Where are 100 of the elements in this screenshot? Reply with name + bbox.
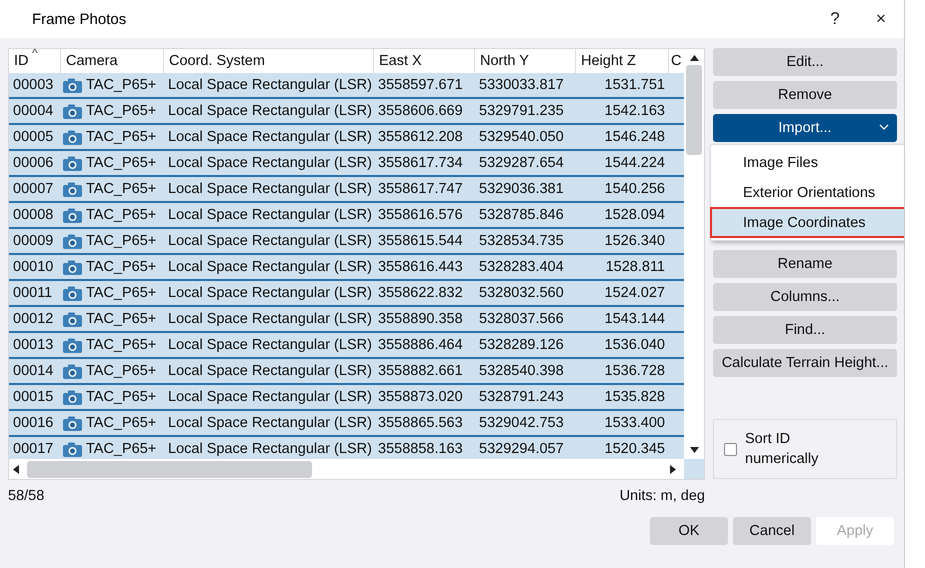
camera-icon xyxy=(63,442,82,456)
table-cell-text: 5329540.050 xyxy=(478,128,565,147)
table-cell-text: Local Space Rectangular (LSR) xyxy=(167,388,373,407)
table-row[interactable]: 00011 TAC_P65+ Local Space Rectangular (LSR) 3558622.832 5328032.560 1524.027 xyxy=(9,281,684,307)
side-button[interactable]: Find... xyxy=(713,316,897,344)
help-button[interactable]: ? xyxy=(812,0,858,38)
table-cell-text: Local Space Rectangular (LSR) xyxy=(167,336,373,355)
table-cell-text: 1540.256 xyxy=(604,180,666,199)
table-cell-text: 3558615.544 xyxy=(377,232,464,251)
table-row[interactable]: 00014 TAC_P65+ Local Space Rectangular (LSR) 3558882.661 5328540.398 1536.728 xyxy=(9,359,684,385)
side-button[interactable]: Remove xyxy=(713,81,897,109)
table-cell-text: Local Space Rectangular (LSR) xyxy=(167,76,373,95)
table-cell: TAC_P65+ xyxy=(86,233,156,249)
table-row[interactable]: 00015 TAC_P65+ Local Space Rectangular (LSR) 3558873.020 5328791.243 1535.828 xyxy=(9,385,684,411)
table-cell-text: 3558890.358 xyxy=(377,310,464,329)
side-button[interactable]: Calculate Terrain Height... xyxy=(713,349,897,377)
table-cell: TAC_P65+ xyxy=(86,129,156,145)
camera-icon xyxy=(63,416,82,430)
table-cell-text: 00005 xyxy=(12,128,54,147)
close-button[interactable]: × xyxy=(858,0,904,38)
table-cell-text: 5328283.404 xyxy=(478,258,565,277)
table-cell-text: 00016 xyxy=(12,414,54,433)
table-cell-text: 1536.728 xyxy=(604,362,666,381)
table-cell-text: 00009 xyxy=(12,232,54,251)
camera-icon xyxy=(63,130,82,144)
table-row[interactable]: 00009 TAC_P65+ Local Space Rectangular (LSR) 3558615.544 5328534.735 1526.340 xyxy=(9,229,684,255)
table-row[interactable]: 00006 TAC_P65+ Local Space Rectangular (LSR) 3558617.734 5329287.654 1544.224 xyxy=(9,151,684,177)
table-cell: TAC_P65+ xyxy=(86,285,156,301)
photo-count: 58/58 xyxy=(8,488,44,504)
sort-checkbox[interactable] xyxy=(724,442,737,456)
menu-item[interactable]: Image Files xyxy=(711,148,904,177)
sort-indicator: ^ xyxy=(32,49,38,60)
table-cell-text: 5329791.235 xyxy=(478,102,565,121)
table-cell-text: Local Space Rectangular (LSR) xyxy=(167,362,373,381)
camera-icon xyxy=(63,104,82,118)
table-cell-text: Local Space Rectangular (LSR) xyxy=(167,440,373,459)
scroll-left-icon[interactable] xyxy=(13,464,19,474)
side-button[interactable]: Rename xyxy=(713,250,897,278)
camera-icon xyxy=(63,312,82,326)
table-cell-text: 5328534.735 xyxy=(478,232,565,251)
camera-icon xyxy=(63,208,82,222)
table-cell-text: 1543.144 xyxy=(604,310,666,329)
table-cell: TAC_P65+ xyxy=(86,103,156,119)
table-cell-text: 1544.224 xyxy=(604,154,666,173)
table-cell-text: 00004 xyxy=(12,102,54,121)
scrollbar-thumb[interactable] xyxy=(27,460,312,478)
table-cell-text: 3558886.464 xyxy=(377,336,464,355)
checkbox-label[interactable]: Sort ID numerically xyxy=(745,429,845,469)
table-cell-text: 3558865.563 xyxy=(377,414,464,433)
table-cell: TAC_P65+ xyxy=(86,77,156,93)
table-cell-text: 5330033.817 xyxy=(478,76,565,95)
scroll-down-icon[interactable] xyxy=(690,447,699,453)
table-cell-text: 5328289.126 xyxy=(478,336,565,355)
table-row[interactable]: 00013 TAC_P65+ Local Space Rectangular (LSR) 3558886.464 5328289.126 1536.040 xyxy=(9,333,684,359)
table-cell-text: 3558882.661 xyxy=(377,362,464,381)
table-cell-text: Local Space Rectangular (LSR) xyxy=(167,102,373,121)
table-cell-text: 00007 xyxy=(12,180,54,199)
side-button[interactable]: Columns... xyxy=(713,283,897,311)
scrollbar-corner xyxy=(684,459,704,479)
table-cell-text: Local Space Rectangular (LSR) xyxy=(167,284,373,303)
table-row[interactable]: 00004 TAC_P65+ Local Space Rectangular (LSR) 3558606.669 5329791.235 1542.163 xyxy=(9,99,684,125)
import-dropdown-button[interactable]: Import... xyxy=(713,114,897,142)
dialog-button[interactable]: Cancel xyxy=(733,517,811,545)
table-cell-text: 3558606.669 xyxy=(377,102,464,121)
table-row[interactable]: 00008 TAC_P65+ Local Space Rectangular (LSR) 3558616.576 5328785.846 1528.094 xyxy=(9,203,684,229)
camera-icon xyxy=(63,338,82,352)
table-cell-text: 1528.811 xyxy=(604,258,666,277)
table-cell: TAC_P65+ xyxy=(86,259,156,275)
dialog-button[interactable]: OK xyxy=(650,517,728,545)
table-cell-text: 5328785.846 xyxy=(478,206,565,225)
table-cell-text: 00003 xyxy=(12,76,54,95)
table-row[interactable]: 00005 TAC_P65+ Local Space Rectangular (LSR) 3558612.208 5329540.050 1546.248 xyxy=(9,125,684,151)
table-cell-text: 1546.248 xyxy=(604,128,666,147)
table-row[interactable]: 00003 TAC_P65+ Local Space Rectangular (LSR) 3558597.671 5330033.817 1531.751 xyxy=(9,73,684,99)
table-cell: TAC_P65+ xyxy=(86,415,156,431)
table-cell-text: 00017 xyxy=(12,440,54,459)
scroll-right-icon[interactable] xyxy=(670,464,676,474)
table-cell-text: 00013 xyxy=(12,336,54,355)
side-button[interactable]: Edit... xyxy=(713,48,897,76)
scrollbar-thumb[interactable] xyxy=(686,65,702,155)
camera-icon xyxy=(63,286,82,300)
scroll-up-icon[interactable] xyxy=(690,55,699,61)
table-cell-text: Local Space Rectangular (LSR) xyxy=(167,414,373,433)
menu-item[interactable]: Image Coordinates xyxy=(711,208,904,237)
table-cell-text: 5329287.654 xyxy=(478,154,565,173)
table-cell-text: 1524.027 xyxy=(604,284,666,303)
column-header[interactable]: C xyxy=(669,49,684,73)
menu-item[interactable]: Exterior Orientations xyxy=(711,178,904,207)
camera-icon xyxy=(63,182,82,196)
table-row[interactable]: 00017 TAC_P65+ Local Space Rectangular (LSR) 3558858.163 5329294.057 1520.345 xyxy=(9,437,684,459)
table-cell-text: 1536.040 xyxy=(604,336,666,355)
table-cell-text: 5328037.566 xyxy=(478,310,565,329)
table-row[interactable]: 00007 TAC_P65+ Local Space Rectangular (LSR) 3558617.747 5329036.381 1540.256 xyxy=(9,177,684,203)
table-cell-text: 1531.751 xyxy=(604,76,666,95)
table-row[interactable]: 00016 TAC_P65+ Local Space Rectangular (LSR) 3558865.563 5329042.753 1533.400 xyxy=(9,411,684,437)
table-cell: TAC_P65+ xyxy=(86,181,156,197)
table-row[interactable]: 00012 TAC_P65+ Local Space Rectangular (LSR) 3558890.358 5328037.566 1543.144 xyxy=(9,307,684,333)
table-cell: TAC_P65+ xyxy=(86,389,156,405)
table-row[interactable]: 00010 TAC_P65+ Local Space Rectangular (LSR) 3558616.443 5328283.404 1528.811 xyxy=(9,255,684,281)
table-cell-text: 5328791.243 xyxy=(478,388,565,407)
